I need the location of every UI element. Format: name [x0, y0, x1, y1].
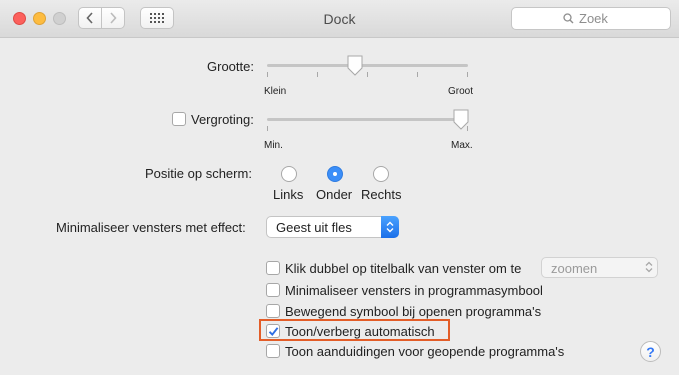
minimize-effect-value: Geest uit fles: [276, 220, 352, 235]
position-option-right-label: Rechts: [361, 187, 402, 202]
search-input[interactable]: [579, 11, 619, 26]
dock-preferences-window: Dock Grootte: Klein Groot Vergroting: Mi…: [0, 0, 679, 375]
search-field[interactable]: [511, 7, 671, 30]
double-click-action-value: zoomen: [551, 261, 598, 276]
magnification-min-label: Min.: [264, 140, 283, 151]
position-label: Positie op scherm:: [145, 166, 252, 181]
position-option-left-label: Links: [273, 187, 304, 202]
magnification-tick: [267, 126, 268, 131]
magnification-max-label: Max.: [451, 140, 473, 151]
titlebar: Dock: [0, 0, 679, 38]
help-button[interactable]: ?: [640, 341, 661, 362]
minimize-into-icon-label: Minimaliseer vensters in programmasymboo…: [285, 283, 543, 298]
minimize-into-icon-checkbox[interactable]: [266, 283, 280, 297]
double-click-checkbox[interactable]: [266, 261, 280, 275]
position-radio-bottom[interactable]: [327, 166, 343, 182]
show-indicators-checkbox[interactable]: [266, 344, 280, 358]
show-indicators-label: Toon aanduidingen voor geopende programm…: [285, 344, 565, 359]
size-tick: [467, 72, 468, 77]
size-min-label: Klein: [264, 86, 287, 97]
size-label: Grootte:: [207, 59, 254, 74]
size-tick: [417, 72, 418, 77]
animate-opening-label: Bewegend symbool bij openen programma's: [285, 304, 542, 319]
minimize-effect-label: Minimaliseer vensters met effect:: [56, 220, 246, 235]
minimize-effect-popup[interactable]: Geest uit fles: [266, 216, 399, 238]
position-option-bottom-label: Onder: [316, 187, 353, 202]
size-slider-knob[interactable]: [346, 55, 364, 77]
magnification-slider-track[interactable]: [267, 118, 468, 121]
size-tick: [267, 72, 268, 77]
magnification-label: Vergroting:: [191, 112, 254, 127]
magnification-checkbox[interactable]: [172, 112, 186, 126]
popup-arrows-icon: [645, 261, 653, 276]
magnification-slider-knob[interactable]: [452, 109, 470, 131]
double-click-action-popup[interactable]: zoomen: [541, 257, 658, 278]
size-slider-track[interactable]: [267, 64, 468, 67]
search-icon: [563, 13, 574, 24]
animate-opening-checkbox[interactable]: [266, 304, 280, 318]
position-radio-left[interactable]: [281, 166, 297, 182]
size-tick: [367, 72, 368, 77]
double-click-label: Klik dubbel op titelbalk van venster om …: [285, 261, 522, 276]
size-tick: [317, 72, 318, 77]
position-radio-right[interactable]: [373, 166, 389, 182]
size-max-label: Groot: [448, 86, 474, 97]
autohide-highlight-box: [259, 319, 450, 341]
popup-arrows-icon: [381, 216, 399, 238]
